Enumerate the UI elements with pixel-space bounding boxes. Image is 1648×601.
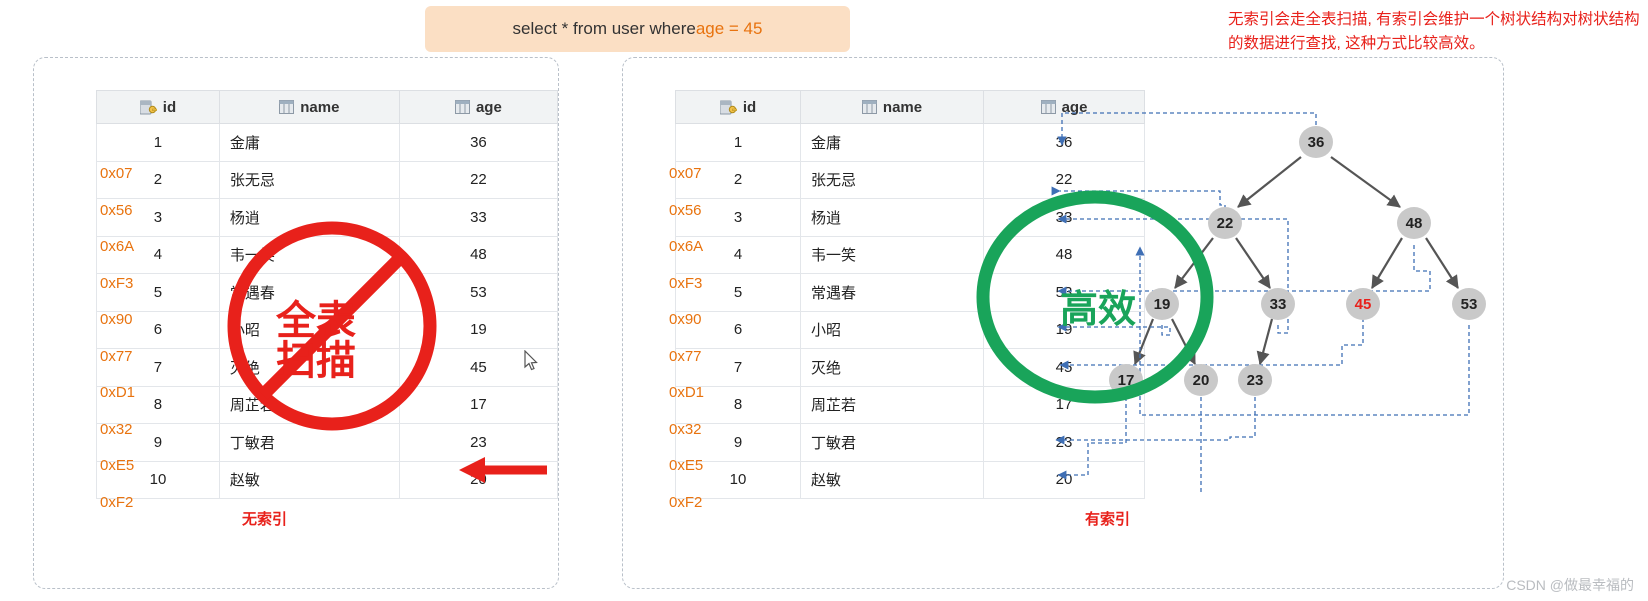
column-icon: [861, 100, 877, 114]
left-caption: 无索引: [242, 511, 288, 528]
address-column-header-spacer: [96, 122, 152, 156]
sql-prefix: select * from user where: [512, 19, 696, 38]
address-column-left: 0x07 0x56 0x6A 0xF3 0x90 0x77 0xD1 0x32 0xE5 0xF2: [96, 122, 152, 521]
cell-age: 22: [398, 160, 559, 199]
tree-node: 36: [1299, 126, 1333, 158]
row-address: 0x07: [100, 165, 133, 182]
tree-node-label: 48: [1406, 215, 1423, 232]
row-address: 0x90: [100, 311, 133, 328]
table-row[interactable]: 2 张无忌 22: [96, 160, 559, 199]
tree-node-label: 23: [1247, 372, 1264, 389]
header-cell-id: id: [675, 90, 801, 124]
row-address: 0x90: [669, 311, 702, 328]
primary-key-icon: [719, 100, 738, 115]
annotation-note: 无索引会走全表扫描, 有索引会维护一个树状结构对树状结构 的数据进行查找, 这种…: [1228, 8, 1648, 56]
address-column-right: 0x07 0x56 0x6A 0xF3 0x90 0x77 0xD1 0x32 0xE5 0xF2: [665, 122, 721, 521]
stamp-line-2: 扫描: [276, 338, 356, 384]
tree-node: 33: [1261, 288, 1295, 320]
row-address: 0xF3: [669, 274, 703, 292]
sql-statement-banner: select * from user where age = 45: [425, 6, 850, 52]
row-address: 0x07: [669, 165, 702, 182]
watermark: CSDN @做最幸福的: [1506, 577, 1634, 593]
cell-name: 小昭: [800, 310, 984, 349]
cell-name: 丁敏君: [800, 423, 984, 462]
row-address: 0xD1: [669, 384, 705, 401]
table-row[interactable]: 1 金庸 36: [96, 123, 559, 162]
tree-node-label: 33: [1270, 296, 1287, 313]
right-caption: 有索引: [1085, 511, 1131, 528]
cell-name: 金庸: [800, 123, 984, 162]
header-cell-name: name: [800, 90, 984, 124]
header-cell-id: id: [96, 90, 220, 124]
tree-node-label: 36: [1308, 134, 1325, 151]
header-label-id: id: [162, 98, 177, 116]
cell-name: 韦一笑: [800, 235, 984, 274]
cell-name: 周芷若: [800, 385, 984, 424]
row-address: 0xF3: [100, 274, 134, 292]
cell-name: 金庸: [218, 123, 400, 162]
tree-node-label: 53: [1461, 296, 1478, 313]
row-address: 0xF2: [100, 493, 134, 511]
table-header-row: id name age: [96, 90, 559, 124]
primary-key-icon: [139, 100, 158, 115]
column-icon: [279, 100, 295, 114]
cell-name: 赵敏: [218, 460, 400, 499]
cell-name: 杨逍: [800, 198, 984, 237]
row-address: 0xE5: [100, 457, 135, 474]
header-label-age: age: [475, 98, 502, 116]
cell-name: 张无忌: [218, 160, 400, 199]
sql-highlight: age = 45: [695, 19, 763, 38]
tree-node-label: 45: [1355, 296, 1372, 313]
cell-name: 张无忌: [800, 160, 984, 199]
tree-node-label: 22: [1217, 215, 1234, 232]
row-address: 0xE5: [669, 457, 704, 474]
cell-age: 36: [398, 123, 559, 162]
full-table-scan-stamp: 全表 扫描: [256, 301, 376, 381]
header-label-name: name: [300, 98, 340, 116]
efficient-stamp: 高效: [1059, 287, 1136, 331]
row-address: 0x32: [100, 420, 133, 438]
stamp-line-1: 全表: [276, 298, 356, 344]
header-cell-name: name: [218, 90, 400, 124]
address-column-header-spacer: [665, 122, 721, 156]
tree-node: 53: [1452, 288, 1486, 320]
header-label-id: id: [742, 98, 757, 116]
row-address: 0x32: [669, 420, 702, 438]
note-line-1: 无索引会走全表扫描, 有索引会维护一个树状结构对树状结构: [1228, 11, 1640, 28]
row-address: 0xF2: [669, 493, 703, 511]
tree-node: 48: [1397, 207, 1431, 239]
tree-node: 23: [1238, 364, 1272, 396]
column-icon: [454, 100, 470, 114]
cell-name: 灭绝: [800, 348, 984, 387]
row-address: 0x56: [100, 201, 133, 219]
cell-name: 赵敏: [800, 460, 984, 499]
tree-node: 45: [1346, 288, 1380, 320]
row-address: 0x77: [100, 347, 133, 365]
row-address: 0x6A: [669, 238, 704, 255]
cell-name: 常遇春: [800, 273, 984, 312]
row-address: 0x56: [669, 201, 702, 219]
header-label-name: name: [882, 98, 923, 116]
row-address: 0x6A: [100, 238, 135, 255]
row-address: 0x77: [669, 347, 702, 365]
header-cell-age: age: [398, 90, 559, 124]
note-line-2: 的数据进行查找, 这种方式比较高效。: [1228, 35, 1485, 53]
row-address: 0xD1: [100, 384, 136, 401]
mouse-cursor: [524, 350, 538, 371]
no-index-panel: 0x07 0x56 0x6A 0xF3 0x90 0x77 0xD1 0x32 0xE5 0xF2: [33, 57, 559, 589]
scan-direction-arrow: [459, 457, 547, 483]
